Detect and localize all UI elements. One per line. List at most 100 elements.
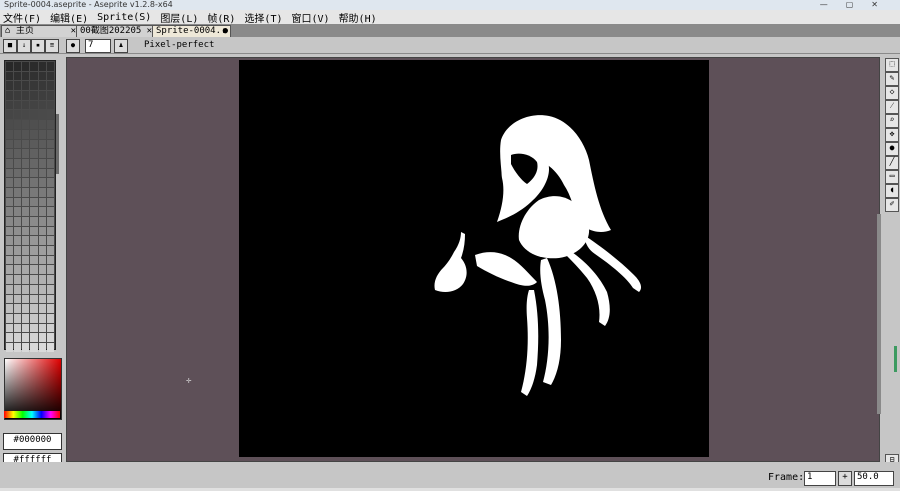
palette-swatch[interactable] bbox=[22, 197, 30, 207]
palette-swatch[interactable] bbox=[22, 265, 30, 275]
palette-swatch[interactable] bbox=[14, 158, 22, 168]
palette-swatch[interactable] bbox=[30, 71, 38, 81]
palette-swatch[interactable] bbox=[30, 129, 38, 139]
palette-swatch[interactable] bbox=[22, 246, 30, 255]
palette-swatch[interactable] bbox=[22, 313, 30, 323]
menu-layer[interactable]: 图层(L) bbox=[160, 10, 198, 25]
palette-swatch[interactable] bbox=[38, 246, 46, 255]
rectangle-tool-icon[interactable]: ▭ bbox=[885, 170, 899, 184]
palette-swatch[interactable] bbox=[30, 100, 38, 110]
move-tool-icon[interactable]: ✥ bbox=[885, 128, 899, 142]
palette-swatch[interactable] bbox=[6, 62, 14, 71]
palette-swatch[interactable] bbox=[38, 168, 46, 178]
maximize-button[interactable]: ▢ bbox=[846, 0, 872, 9]
window-controls[interactable]: —▢✕ bbox=[820, 0, 896, 10]
palette-swatch[interactable] bbox=[38, 294, 46, 304]
palette-swatch[interactable] bbox=[30, 236, 38, 246]
palette-swatch[interactable] bbox=[22, 333, 30, 342]
palette-swatch[interactable] bbox=[38, 217, 46, 226]
vertical-scrollbar[interactable] bbox=[877, 214, 881, 414]
palette-swatch[interactable] bbox=[22, 207, 30, 216]
palette-swatch[interactable] bbox=[14, 246, 22, 255]
palette-swatch[interactable] bbox=[38, 313, 46, 323]
palette-swatch[interactable] bbox=[30, 187, 38, 197]
palette-swatch[interactable] bbox=[22, 168, 30, 178]
palette-swatch[interactable] bbox=[38, 265, 46, 275]
palette-swatch[interactable] bbox=[38, 129, 46, 139]
palette-swatch[interactable] bbox=[46, 100, 54, 110]
palette-swatch[interactable] bbox=[30, 197, 38, 207]
palette-swatch[interactable] bbox=[46, 178, 54, 187]
palette-swatch[interactable] bbox=[46, 187, 54, 197]
palette-swatch[interactable] bbox=[38, 304, 46, 313]
palette-swatch[interactable] bbox=[14, 333, 22, 342]
palette-swatch[interactable] bbox=[46, 158, 54, 168]
menu-sprite[interactable]: Sprite(S) bbox=[97, 12, 151, 23]
palette-swatch[interactable] bbox=[30, 139, 38, 149]
frame-add-button[interactable]: + bbox=[838, 471, 852, 486]
palette-swatch[interactable] bbox=[30, 265, 38, 275]
palette-swatch[interactable] bbox=[22, 294, 30, 304]
palette-swatch[interactable] bbox=[30, 178, 38, 187]
palette-swatch[interactable] bbox=[22, 187, 30, 197]
palette-swatch[interactable] bbox=[46, 120, 54, 129]
palette-swatch[interactable] bbox=[22, 110, 30, 120]
palette-swatch[interactable] bbox=[30, 91, 38, 100]
palette-swatch[interactable] bbox=[22, 304, 30, 313]
palette-swatch[interactable] bbox=[14, 284, 22, 294]
list-icon[interactable]: ≡ bbox=[45, 39, 59, 53]
palette-swatch[interactable] bbox=[22, 178, 30, 187]
palette-swatch[interactable] bbox=[14, 129, 22, 139]
palette-swatch[interactable] bbox=[46, 207, 54, 216]
palette-swatch[interactable] bbox=[30, 255, 38, 265]
palette-swatch[interactable] bbox=[38, 110, 46, 120]
palette-swatch[interactable] bbox=[6, 158, 14, 168]
fill-tool-icon[interactable]: ● bbox=[885, 142, 899, 156]
palette-swatch[interactable] bbox=[46, 149, 54, 158]
palette-swatch[interactable] bbox=[6, 197, 14, 207]
palette-swatch[interactable] bbox=[30, 313, 38, 323]
palette-swatch[interactable] bbox=[38, 81, 46, 91]
smudge-tool-icon[interactable]: ✐ bbox=[885, 198, 899, 212]
foreground-color-swatch[interactable]: #000000 bbox=[3, 433, 62, 450]
stamp-icon[interactable]: ♟ bbox=[114, 39, 128, 53]
palette-grid[interactable] bbox=[4, 60, 56, 352]
palette-swatch[interactable] bbox=[46, 197, 54, 207]
palette-swatch[interactable] bbox=[46, 110, 54, 120]
eyedropper-tool-icon[interactable]: ⁄ bbox=[885, 100, 899, 114]
marquee-tool-icon[interactable]: ⬚ bbox=[885, 58, 899, 72]
palette-swatch[interactable] bbox=[22, 81, 30, 91]
palette-swatch[interactable] bbox=[22, 149, 30, 158]
palette-swatch[interactable] bbox=[14, 91, 22, 100]
palette-swatch[interactable] bbox=[6, 284, 14, 294]
palette-swatch[interactable] bbox=[14, 120, 22, 129]
palette-swatch[interactable] bbox=[6, 275, 14, 284]
palette-swatch[interactable] bbox=[46, 168, 54, 178]
palette-swatch[interactable] bbox=[14, 255, 22, 265]
editor-area[interactable]: ✛ bbox=[66, 57, 880, 462]
palette-swatch[interactable] bbox=[6, 81, 14, 91]
palette-swatch[interactable] bbox=[46, 246, 54, 255]
palette-swatch[interactable] bbox=[46, 255, 54, 265]
palette-swatch[interactable] bbox=[30, 207, 38, 216]
palette-swatch[interactable] bbox=[6, 110, 14, 120]
menu-edit[interactable]: 编辑(E) bbox=[50, 10, 88, 25]
palette-scrollbar[interactable] bbox=[56, 114, 59, 174]
palette-swatch[interactable] bbox=[14, 323, 22, 333]
menu-help[interactable]: 帮助(H) bbox=[339, 10, 377, 25]
palette-swatch[interactable] bbox=[38, 187, 46, 197]
palette-swatch[interactable] bbox=[46, 62, 54, 71]
palette-swatch[interactable] bbox=[46, 81, 54, 91]
palette-swatch[interactable] bbox=[46, 275, 54, 284]
palette-swatch[interactable] bbox=[30, 217, 38, 226]
menu-frame[interactable]: 帧(R) bbox=[207, 10, 235, 25]
palette-swatch[interactable] bbox=[6, 246, 14, 255]
palette-swatch[interactable] bbox=[46, 217, 54, 226]
palette-swatch[interactable] bbox=[6, 129, 14, 139]
palette-swatch[interactable] bbox=[46, 129, 54, 139]
menu-view[interactable]: 窗口(V) bbox=[292, 10, 330, 25]
palette-swatch[interactable] bbox=[46, 333, 54, 342]
palette-swatch[interactable] bbox=[14, 342, 22, 352]
palette-swatch[interactable] bbox=[22, 217, 30, 226]
palette-swatch[interactable] bbox=[46, 342, 54, 352]
